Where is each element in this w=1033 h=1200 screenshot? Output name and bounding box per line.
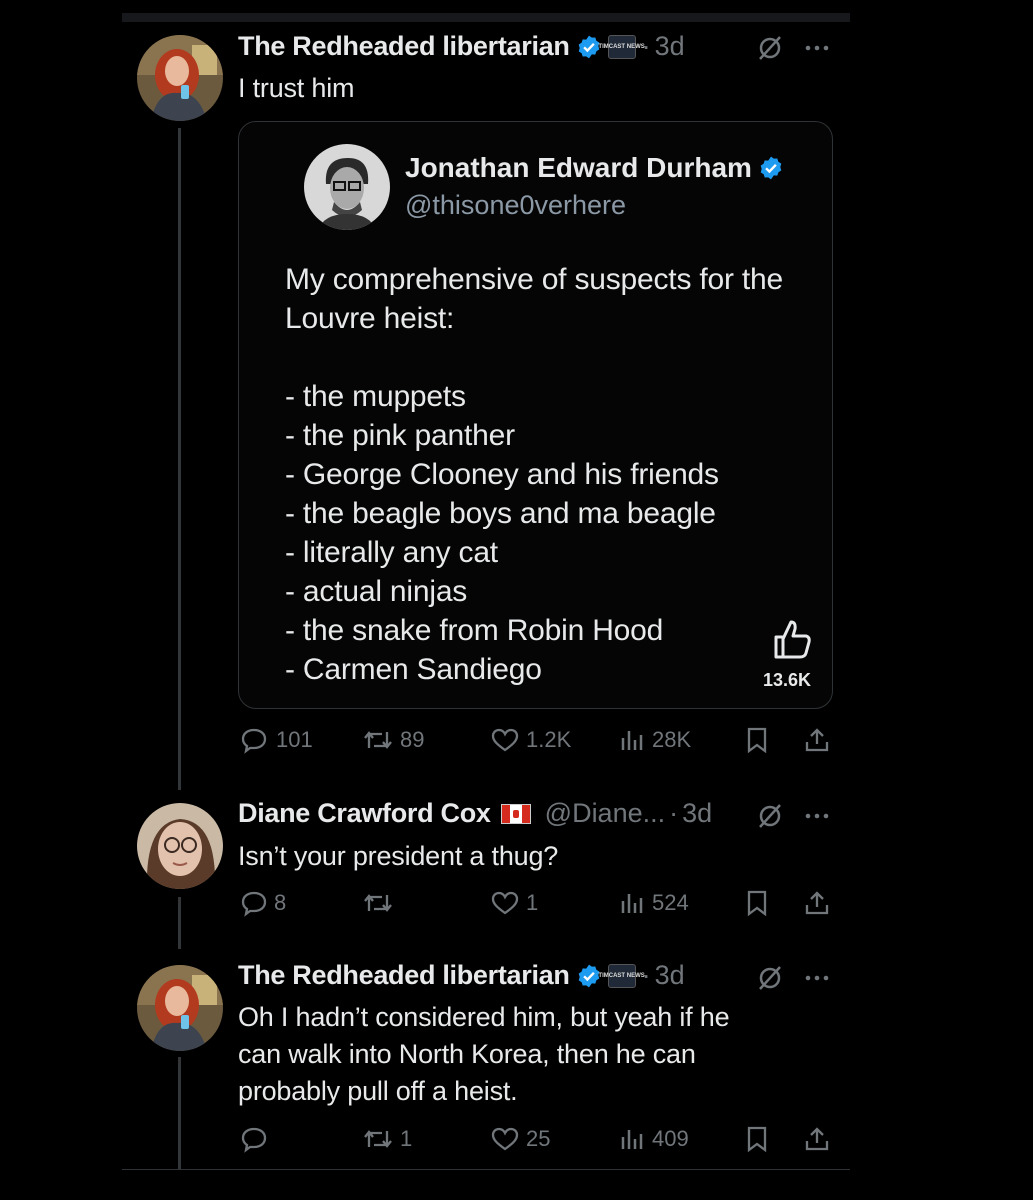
thread-line [178, 897, 181, 949]
like-icon [491, 1127, 519, 1151]
top-divider [122, 13, 850, 22]
timestamp[interactable]: 3d [682, 798, 712, 829]
view-count: 524 [652, 890, 689, 915]
post-header: The Redheaded libertarian TIMCAST NEWS ·… [238, 960, 685, 991]
like-button[interactable]: 1.2K [490, 726, 571, 754]
repost-icon [364, 894, 392, 912]
author-name[interactable]: The Redheaded libertarian [238, 31, 570, 62]
bottom-divider [122, 1169, 850, 1170]
reply-button[interactable]: 101 [240, 726, 313, 754]
repost-icon [364, 1130, 392, 1148]
share-icon[interactable] [803, 726, 831, 754]
grok-slash-icon[interactable] [756, 964, 784, 992]
timestamp[interactable]: 3d [655, 960, 685, 991]
separator-dot: · [641, 31, 651, 61]
like-icon [491, 728, 519, 752]
reply-icon [241, 728, 267, 754]
thumbs-up-icon [770, 617, 814, 661]
quoted-post-header: Jonathan Edward Durham [405, 152, 784, 184]
affiliation-badge-icon: TIMCAST NEWS [598, 34, 645, 59]
views-button[interactable]: 28K [618, 726, 691, 754]
reply-count: 8 [274, 890, 287, 915]
quoted-handle-row: @thisone0verhere [405, 190, 626, 221]
timestamp[interactable]: 3d [655, 31, 685, 62]
quoted-author-handle[interactable]: @thisone0verhere [405, 190, 626, 221]
bookmark-icon[interactable] [744, 1125, 770, 1153]
author-name[interactable]: Diane Crawford Cox [238, 798, 491, 829]
share-icon[interactable] [803, 889, 831, 917]
reply-icon [241, 1127, 267, 1153]
repost-count: 89 [400, 727, 425, 752]
reply-button[interactable]: 8 [240, 889, 286, 917]
view-count: 409 [652, 1126, 689, 1151]
like-button[interactable]: 1 [490, 889, 538, 917]
repost-icon [364, 731, 392, 749]
separator-dot: · [669, 798, 679, 828]
affiliation-badge-icon: TIMCAST NEWS [598, 963, 645, 988]
post-text-line: can walk into North Korea, then he can [238, 1039, 696, 1069]
view-count: 28K [652, 727, 692, 752]
post-text-line: Oh I hadn’t considered him, but yeah if … [238, 1002, 730, 1032]
reply-count: 101 [276, 727, 313, 752]
canada-flag-icon [500, 803, 531, 824]
post-text: Isn’t your president a thug? [238, 841, 559, 871]
quoted-like-count: 13.6K [763, 670, 812, 690]
more-icon[interactable] [803, 36, 831, 60]
share-icon[interactable] [803, 1125, 831, 1153]
like-icon [491, 891, 519, 915]
thread-line [178, 128, 181, 790]
post-text: Oh I hadn’t considered him, but yeah if … [238, 999, 730, 1110]
like-count: 1 [526, 890, 539, 915]
views-icon [621, 894, 643, 913]
bookmark-icon[interactable] [744, 889, 770, 917]
like-count: 25 [526, 1126, 551, 1151]
avatar[interactable] [137, 965, 223, 1051]
repost-button[interactable] [362, 889, 400, 917]
like-button[interactable]: 25 [490, 1125, 550, 1153]
repost-button[interactable]: 89 [362, 726, 424, 754]
post-text: I trust him [238, 73, 355, 103]
grok-slash-icon[interactable] [756, 34, 784, 62]
author-name[interactable]: The Redheaded libertarian [238, 960, 570, 991]
views-icon [621, 1130, 643, 1149]
author-handle[interactable]: @Diane... [545, 798, 665, 829]
thread-line [178, 1057, 181, 1170]
more-icon[interactable] [803, 966, 831, 990]
post-text-line: probably pull off a heist. [238, 1076, 518, 1106]
repost-button[interactable]: 1 [362, 1125, 412, 1153]
avatar[interactable] [137, 35, 223, 121]
grok-slash-icon[interactable] [756, 802, 784, 830]
verified-badge-icon [758, 155, 784, 181]
quoted-author-avatar [304, 144, 390, 230]
bookmark-icon[interactable] [744, 726, 770, 754]
reply-button[interactable] [240, 1125, 274, 1153]
views-button[interactable]: 409 [618, 1125, 689, 1153]
avatar[interactable] [137, 803, 223, 889]
repost-count: 1 [400, 1126, 413, 1151]
views-icon [621, 731, 643, 750]
more-icon[interactable] [803, 804, 831, 828]
post-header: The Redheaded libertarian TIMCAST NEWS ·… [238, 31, 685, 62]
views-button[interactable]: 524 [618, 889, 689, 917]
separator-dot: · [641, 960, 651, 990]
quoted-post-text: My comprehensive of suspects for the Lou… [285, 263, 784, 686]
quoted-author-name[interactable]: Jonathan Edward Durham [405, 152, 752, 184]
post-header: Diane Crawford Cox @Diane... · 3d [238, 798, 712, 829]
like-count: 1.2K [526, 727, 572, 752]
reply-icon [241, 891, 267, 917]
